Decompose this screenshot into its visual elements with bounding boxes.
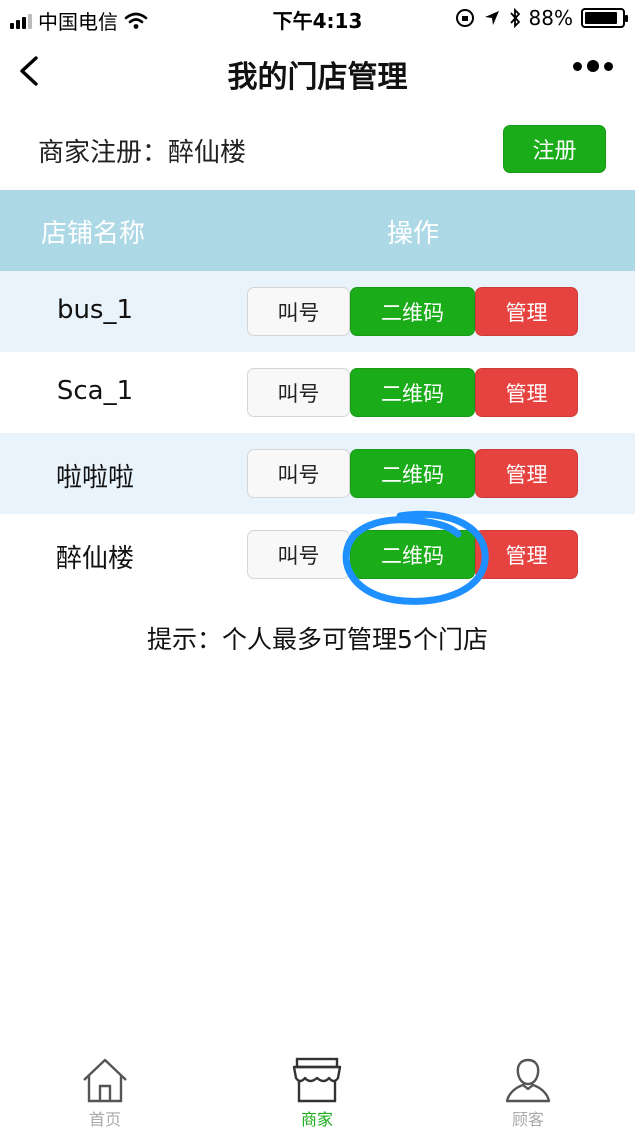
tab-home[interactable]: 首页	[45, 1056, 165, 1130]
tab-customer[interactable]: 顾客	[468, 1056, 588, 1130]
bluetooth-icon	[509, 8, 520, 28]
battery-percent: 88%	[528, 6, 573, 30]
battery-level	[585, 12, 617, 24]
manage-button[interactable]: 管理	[475, 449, 578, 498]
table-row: 啦啦啦 叫号 二维码 管理	[0, 433, 635, 514]
table-row: bus_1 叫号 二维码 管理	[0, 271, 635, 352]
call-number-button[interactable]: 叫号	[247, 530, 350, 579]
qrcode-button[interactable]: 二维码	[350, 530, 475, 579]
table-header: 店铺名称 操作	[0, 190, 635, 271]
tab-customer-label: 顾客	[511, 1110, 544, 1129]
tab-merchant[interactable]: 商家	[257, 1056, 377, 1130]
table-row: Sca_1 叫号 二维码 管理	[0, 352, 635, 433]
hint-text: 提示：个人最多可管理5个门店	[147, 625, 488, 654]
store-name: Sca_1	[56, 376, 134, 406]
tab-bar: 首页 商家 顾客	[0, 1050, 635, 1130]
qrcode-button[interactable]: 二维码	[350, 449, 475, 498]
nav-bar: 我的门店管理	[0, 36, 635, 108]
store-name: 啦啦啦	[55, 463, 134, 493]
more-menu-icon[interactable]	[573, 60, 613, 72]
tab-merchant-label: 商家	[300, 1110, 333, 1129]
table-row: 醉仙楼 叫号 二维码 管理	[0, 514, 635, 595]
call-number-button[interactable]: 叫号	[247, 368, 350, 417]
merchant-row: 商家注册：醉仙楼 注册	[0, 108, 635, 190]
call-number-button[interactable]: 叫号	[247, 449, 350, 498]
manage-button[interactable]: 管理	[475, 530, 578, 579]
qrcode-button[interactable]: 二维码	[350, 287, 475, 336]
header-operation: 操作	[387, 219, 440, 249]
orientation-lock-icon	[455, 9, 474, 27]
status-right: 88%	[455, 6, 628, 30]
store-icon	[292, 1057, 342, 1103]
page-title: 我的门店管理	[227, 60, 408, 95]
store-name: 醉仙楼	[55, 544, 134, 574]
merchant-label: 商家注册：醉仙楼	[38, 138, 247, 168]
battery-icon	[581, 8, 628, 28]
manage-button[interactable]: 管理	[475, 287, 578, 336]
store-name: bus_1	[56, 295, 134, 325]
register-button[interactable]: 注册	[503, 125, 606, 173]
call-number-button[interactable]: 叫号	[247, 287, 350, 336]
status-bar: 中国电信 下午4:13 88%	[0, 0, 635, 36]
user-icon	[505, 1058, 551, 1103]
tab-home-label: 首页	[88, 1110, 121, 1129]
header-store-name: 店铺名称	[41, 219, 146, 249]
home-icon	[83, 1058, 127, 1103]
qrcode-button[interactable]: 二维码	[350, 368, 475, 417]
location-icon	[484, 11, 499, 25]
manage-button[interactable]: 管理	[475, 368, 578, 417]
